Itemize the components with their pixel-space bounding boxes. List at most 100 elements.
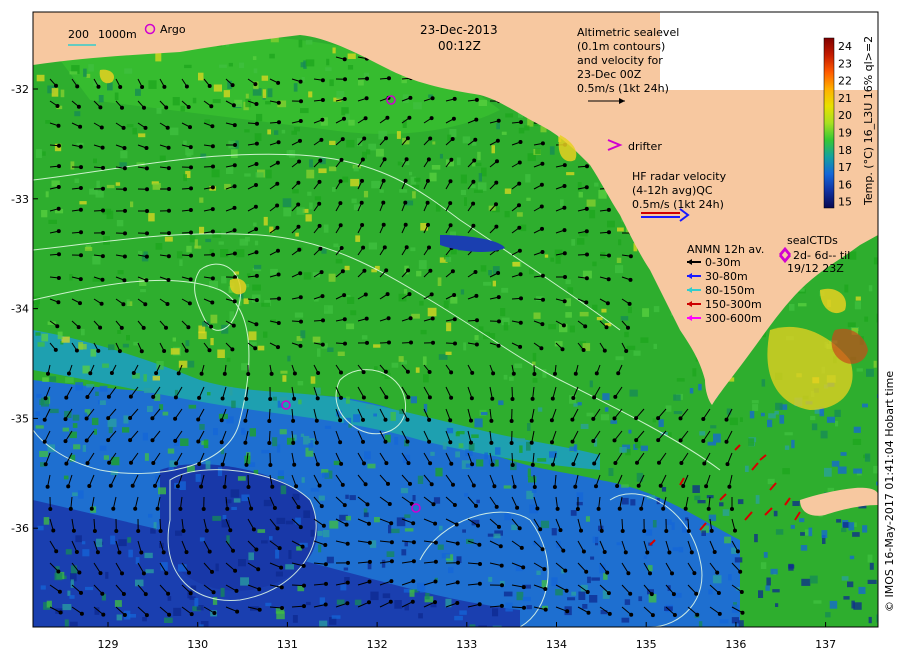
velocity-arrow-head — [499, 603, 504, 608]
speckle-cell — [554, 249, 563, 257]
speckle-cell — [734, 557, 743, 563]
velocity-arrow-head — [389, 540, 394, 545]
velocity-arrow-head — [298, 79, 303, 84]
velocity-arrow-head — [339, 395, 343, 400]
speckle-cell — [40, 585, 46, 590]
velocity-arrow-head — [579, 528, 583, 533]
speckle-cell — [414, 177, 421, 182]
speckle-cell — [570, 510, 577, 516]
velocity-arrow-head — [490, 462, 495, 467]
speckle-cell — [62, 604, 72, 611]
speckle-cell — [478, 625, 487, 627]
speckle-cell — [323, 224, 329, 233]
velocity-arrow-head — [612, 438, 617, 443]
velocity-arrow-head — [634, 438, 639, 443]
speckle-cell — [589, 595, 598, 603]
speckle-cell — [386, 551, 395, 557]
speckle-cell — [441, 553, 451, 559]
speckle-cell — [445, 257, 452, 262]
velocity-arrow-head — [411, 540, 416, 545]
velocity-arrow-head — [384, 268, 389, 273]
velocity-arrow-head — [636, 483, 641, 488]
speckle-cell — [729, 417, 738, 426]
velocity-arrow-head — [89, 506, 94, 511]
velocity-arrow-head — [120, 571, 124, 576]
speckle-cell — [630, 499, 636, 506]
velocity-arrow-head — [143, 302, 148, 307]
speckle-cell — [519, 445, 523, 453]
velocity-arrow-head — [678, 416, 683, 421]
velocity-arrow-head — [144, 146, 149, 150]
speckle-cell — [310, 487, 320, 492]
speckle-cell — [42, 151, 46, 156]
velocity-arrow-head — [188, 277, 193, 282]
speckle-cell — [624, 331, 629, 338]
speckle-cell — [91, 417, 99, 426]
velocity-arrow-head — [658, 483, 663, 488]
velocity-arrow-head — [575, 507, 580, 511]
speckle-cell — [658, 419, 664, 427]
speckle-cell — [621, 617, 630, 623]
velocity-arrow-head — [99, 125, 104, 130]
velocity-arrow-head — [141, 325, 146, 330]
velocity-arrow-head — [78, 207, 83, 212]
velocity-arrow-head — [495, 159, 499, 164]
velocity-arrow-head — [339, 370, 343, 375]
speckle-cell — [162, 411, 169, 416]
velocity-arrow-head — [251, 527, 256, 532]
velocity-arrow-head — [79, 230, 83, 235]
velocity-arrow-head — [196, 439, 201, 444]
velocity-arrow-head — [496, 118, 501, 123]
velocity-arrow-head — [584, 300, 589, 305]
velocity-arrow-head — [123, 187, 127, 192]
velocity-arrow-head — [381, 178, 386, 183]
speckle-cell — [309, 202, 313, 210]
speckle-cell — [873, 257, 878, 265]
speckle-cell — [566, 172, 575, 176]
speckle-cell — [70, 565, 77, 574]
speckle-cell — [455, 451, 460, 458]
speckle-cell — [739, 417, 743, 422]
speckle-cell — [469, 624, 476, 627]
velocity-arrow-head — [199, 371, 204, 376]
velocity-arrow-head — [316, 371, 321, 375]
speckle-cell — [323, 529, 330, 538]
velocity-arrow-head — [63, 439, 68, 444]
speckle-cell — [719, 619, 729, 624]
speckle-cell — [537, 407, 543, 412]
speckle-cell — [222, 515, 227, 519]
velocity-arrow-head — [489, 440, 494, 445]
speckle-cell — [303, 510, 311, 518]
speckle-cell — [450, 296, 458, 304]
velocity-arrow-head — [591, 439, 596, 443]
velocity-arrow-head — [539, 182, 544, 187]
velocity-arrow-head — [292, 371, 297, 376]
velocity-arrow-head — [107, 460, 112, 465]
velocity-arrow-head — [448, 440, 453, 445]
velocity-arrow-head — [317, 179, 322, 184]
speckle-cell — [203, 439, 209, 449]
velocity-arrow-head — [512, 484, 517, 489]
speckle-cell — [84, 247, 93, 251]
speckle-cell — [537, 458, 547, 462]
speckle-cell — [361, 335, 368, 340]
velocity-arrow-head — [291, 440, 296, 445]
speckle-cell — [463, 342, 467, 351]
velocity-arrow-head — [276, 272, 281, 277]
velocity-arrow-head — [63, 417, 68, 422]
speckle-cell — [849, 555, 855, 560]
velocity-arrow-head — [128, 394, 133, 399]
velocity-arrow-head — [362, 461, 366, 466]
speckle-cell — [500, 308, 506, 317]
speckle-cell — [281, 129, 286, 134]
velocity-arrow-head — [122, 146, 127, 150]
speckle-cell — [327, 347, 334, 352]
velocity-arrow-head — [478, 562, 482, 566]
speckle-cell — [527, 468, 531, 477]
velocity-arrow-head — [122, 613, 127, 617]
speckle-cell — [345, 396, 350, 404]
speckle-cell — [117, 329, 122, 334]
speckle-cell — [430, 451, 435, 456]
velocity-arrow-head — [469, 418, 473, 423]
velocity-arrow-head — [100, 591, 105, 596]
